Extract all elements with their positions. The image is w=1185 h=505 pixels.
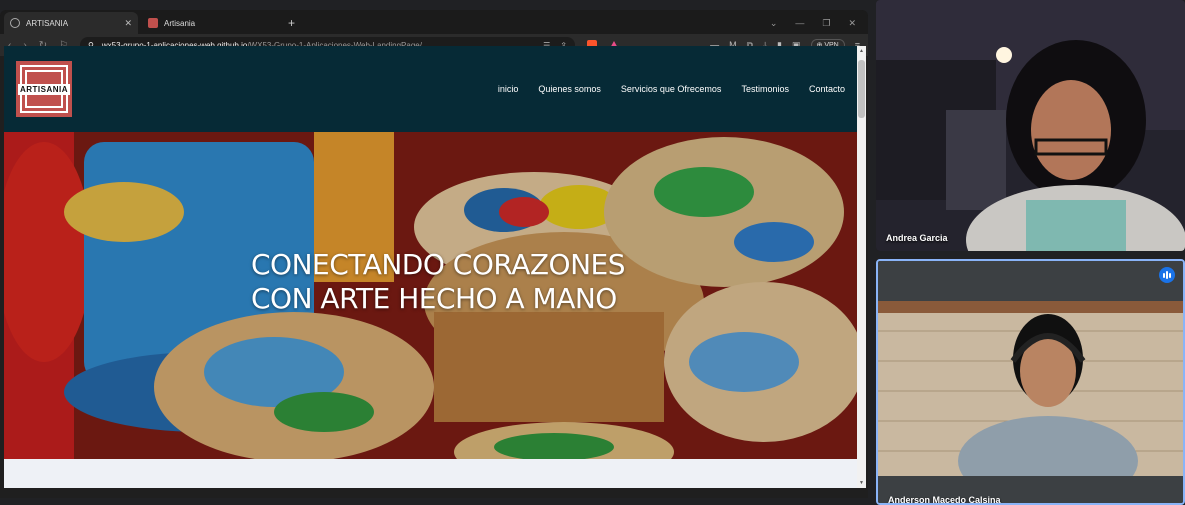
nav-inicio[interactable]: inicio <box>498 84 519 94</box>
hero-line-2: CON ARTE HECHO A MANO <box>251 282 617 315</box>
globe-icon <box>10 18 20 28</box>
nav-quienes-somos[interactable]: Quienes somos <box>538 84 601 94</box>
participant-video <box>876 0 1185 251</box>
new-tab-button[interactable]: + <box>280 12 303 34</box>
screen: ARTISANIA ✕ Artisania + ⌄ — ❐ ✕ ‹ › ↻ ⚐ … <box>0 0 1185 505</box>
artisania-favicon <box>148 18 158 28</box>
tab-title: Artisania <box>164 18 196 28</box>
window-controls: ⌄ — ❐ ✕ <box>758 12 868 34</box>
tab-artisania[interactable]: Artisania <box>142 12 276 34</box>
scroll-up-icon[interactable]: ▲ <box>859 48 864 54</box>
hero-heading: CONECTANDO CORAZONES CON ARTE HECHO A MA… <box>251 248 626 316</box>
participant-name: Anderson Macedo Calsina <box>888 495 1001 505</box>
tab-artisania-active[interactable]: ARTISANIA ✕ <box>4 12 138 34</box>
close-window-icon[interactable]: ✕ <box>848 12 856 34</box>
nav-contacto[interactable]: Contacto <box>809 84 845 94</box>
close-tab-icon[interactable]: ✕ <box>124 18 132 29</box>
tab-bar: ARTISANIA ✕ Artisania + ⌄ — ❐ ✕ <box>0 10 868 34</box>
main-nav: inicio Quienes somos Servicios que Ofrec… <box>498 84 845 94</box>
participant-tile-andrea[interactable]: Andrea Garcia <box>876 0 1185 251</box>
page-scrollbar[interactable]: ▲ ▼ <box>857 46 866 488</box>
nav-testimonios[interactable]: Testimonios <box>741 84 789 94</box>
site-header: ARTISANIA inicio Quienes somos Servicios… <box>4 46 857 132</box>
minimize-icon[interactable]: — <box>795 12 804 34</box>
tab-search-icon[interactable]: ⌄ <box>770 12 778 34</box>
restore-icon[interactable]: ❐ <box>822 12 830 34</box>
nav-servicios[interactable]: Servicios que Ofrecemos <box>621 84 722 94</box>
artisania-logo[interactable]: ARTISANIA <box>16 61 72 117</box>
participant-video <box>878 261 1183 503</box>
hero-banner: CONECTANDO CORAZONES CON ARTE HECHO A MA… <box>4 132 857 459</box>
scroll-thumb[interactable] <box>858 60 865 118</box>
logo-text: ARTISANIA <box>17 83 71 95</box>
participant-tile-anderson[interactable]: Anderson Macedo Calsina <box>876 259 1185 505</box>
hero-line-1: CONECTANDO CORAZONES <box>251 248 626 281</box>
scroll-down-icon[interactable]: ▼ <box>859 480 864 486</box>
participant-name: Andrea Garcia <box>886 233 948 243</box>
page-section <box>4 459 857 488</box>
tab-title: ARTISANIA <box>26 18 69 28</box>
page-viewport: ARTISANIA inicio Quienes somos Servicios… <box>4 46 857 488</box>
speaking-indicator-icon <box>1159 267 1175 283</box>
